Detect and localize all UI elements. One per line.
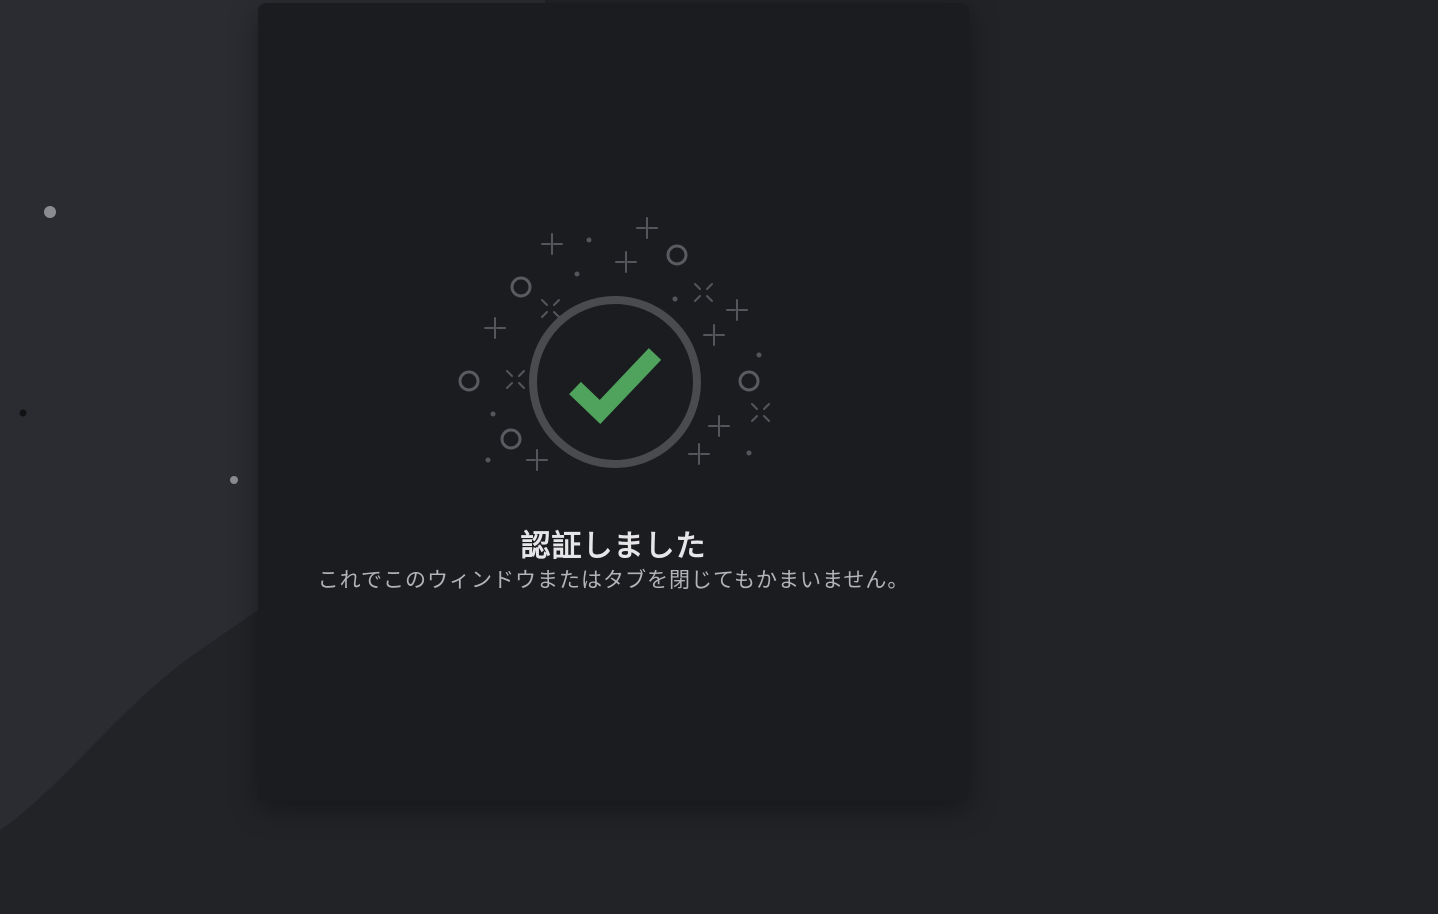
background-dot [230,476,238,484]
page-subtitle: これでこのウィンドウまたはタブを閉じてもかまいません。 [317,568,910,592]
check-circle-icon [529,296,701,468]
success-illustration [458,217,770,471]
page-title: 認証しました [520,529,707,564]
background-dot [19,409,27,417]
auth-success-card: 認証しました これでこのウィンドウまたはタブを閉じてもかまいません。 [258,3,969,801]
background-dot [44,206,56,218]
